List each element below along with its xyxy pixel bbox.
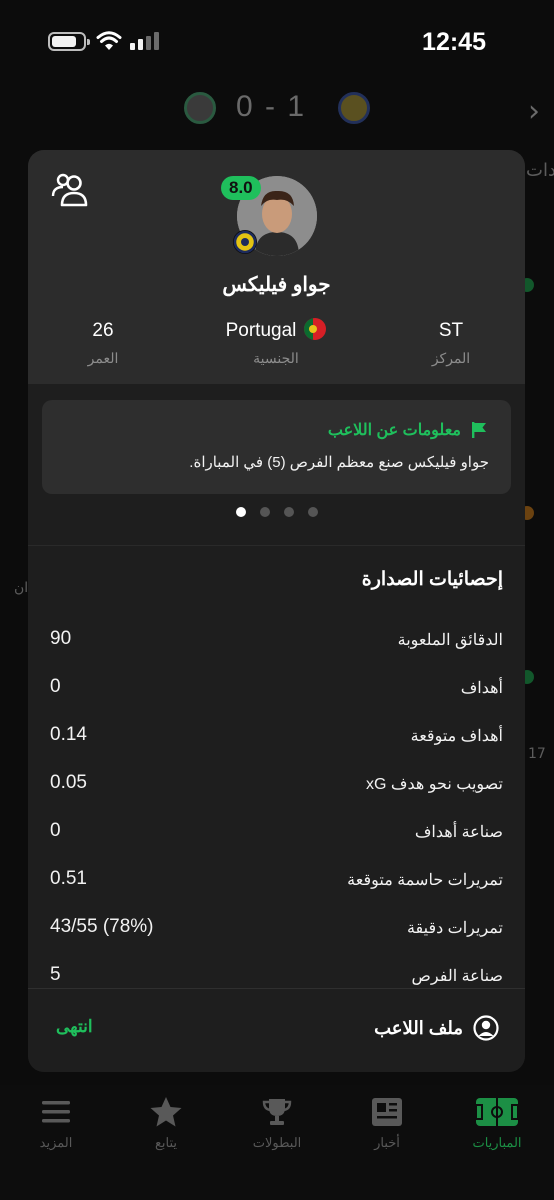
stat-row: أهداف 0 (50, 674, 503, 704)
player-age: 26 العمر (28, 318, 183, 367)
age-value: 26 (92, 320, 114, 341)
status-time: 12:45 (422, 28, 486, 56)
stat-label: صناعة الفرص (411, 968, 503, 985)
player-rating-badge: 8.0 (221, 176, 261, 200)
battery-icon (48, 32, 90, 51)
pitch-icon (475, 1098, 519, 1126)
done-button[interactable]: انتهى (56, 1017, 93, 1037)
player-header: 8.0 جواو فيليكس ST المركز Portugal الجنس… (28, 150, 525, 384)
tab-label: يتابع (154, 1135, 178, 1150)
player-position: ST المركز (371, 318, 525, 367)
match-score: 0 - 1 (236, 90, 306, 124)
stat-label: صناعة أهداف (414, 824, 503, 841)
fact-title: معلومات عن اللاعب (327, 422, 461, 439)
page-dot[interactable] (259, 507, 270, 517)
tab-label: المباريات (472, 1135, 522, 1150)
bottom-tab-bar: المباريات أخبار البطولات يتابع المزيد (0, 1085, 554, 1200)
page-dot[interactable] (235, 507, 246, 517)
chevron-right-icon[interactable]: › (528, 94, 540, 129)
divider (28, 545, 525, 546)
stat-label: تمريرات دقيقة (406, 920, 503, 937)
player-name: جواو فيليكس (222, 274, 331, 296)
tab-more[interactable]: المزيد (6, 1095, 106, 1151)
away-score: 0 (236, 90, 255, 123)
stat-label: الدقائق الملعوبة (397, 632, 503, 649)
tab-label: المزيد (39, 1135, 73, 1150)
home-team-logo (338, 92, 370, 124)
stat-value: 90 (50, 628, 72, 649)
tab-label: أخبار (374, 1135, 400, 1150)
portugal-flag-icon (304, 318, 327, 340)
trophy-icon (262, 1099, 292, 1125)
menu-icon (42, 1101, 70, 1123)
tab-leagues[interactable]: البطولات (227, 1095, 327, 1151)
player-profile-button[interactable]: ملف اللاعب (374, 1015, 499, 1041)
stat-value: 0 (50, 820, 61, 841)
stat-value: 43/55 (78%) (50, 916, 154, 937)
stat-label: أهداف متوقعة (410, 728, 503, 745)
star-icon (150, 1097, 182, 1127)
tab-news[interactable]: أخبار (337, 1095, 437, 1151)
tab-matches[interactable]: المباريات (447, 1095, 547, 1151)
age-label: العمر (87, 350, 119, 366)
nationality-value: Portugal (225, 320, 297, 341)
position-value: ST (438, 320, 464, 341)
background-text: 17 (528, 746, 546, 762)
sheet-actions-bar: انتهى ملف اللاعب (28, 988, 525, 1072)
background-text: دات (526, 160, 554, 181)
stat-value: 0 (50, 676, 61, 697)
stat-row: أهداف متوقعة 0.14 (50, 722, 503, 752)
stat-value: 0.14 (50, 724, 87, 745)
page-dot[interactable] (307, 507, 318, 517)
player-profile-label: ملف اللاعب (374, 1017, 463, 1038)
stat-row: الدقائق الملعوبة 90 (50, 626, 503, 656)
newspaper-icon (372, 1098, 402, 1126)
nationality-label: الجنسية (253, 350, 299, 366)
away-team-logo (184, 92, 216, 124)
player-fact-card[interactable]: معلومات عن اللاعب جواو فيليكس صنع معظم ا… (42, 400, 511, 494)
score-separator: - (265, 90, 278, 123)
player-stats-sheet: 8.0 جواو فيليكس ST المركز Portugal الجنس… (28, 150, 525, 1072)
stat-label: أهداف (460, 680, 503, 697)
stat-row: تصويب نحو هدف xG 0.05 (50, 770, 503, 800)
home-score: 1 (287, 90, 307, 123)
wifi-icon (96, 31, 122, 50)
stats-section-title: إحصائيات الصدارة (361, 569, 503, 590)
flag-icon (472, 422, 486, 438)
status-bar: 12:45 (0, 0, 554, 80)
user-circle-icon (473, 1015, 499, 1041)
tab-following[interactable]: يتابع (116, 1095, 216, 1151)
stat-label: تصويب نحو هدف xG (365, 776, 503, 793)
position-label: المركز (431, 350, 471, 366)
tab-label: البطولات (252, 1135, 302, 1150)
stat-value: 0.51 (50, 868, 87, 889)
fact-text: جواو فيليكس صنع معظم الفرص (5) في المبار… (189, 454, 489, 471)
player-nationality: Portugal الجنسية (196, 318, 356, 367)
club-badge-icon (233, 230, 257, 254)
stat-value: 5 (50, 964, 61, 985)
stat-row: تمريرات حاسمة متوقعة 0.51 (50, 866, 503, 896)
match-header: 0 - 1 › (0, 82, 554, 134)
carousel-page-indicator[interactable] (28, 507, 525, 519)
stat-row: صناعة أهداف 0 (50, 818, 503, 848)
stat-value: 0.05 (50, 772, 87, 793)
stat-row: تمريرات دقيقة 43/55 (78%) (50, 914, 503, 944)
page-dot[interactable] (283, 507, 294, 517)
compare-players-icon[interactable] (50, 172, 90, 208)
stat-label: تمريرات حاسمة متوقعة (347, 872, 503, 889)
cellular-signal-icon (130, 32, 160, 50)
background-text: ان (14, 580, 29, 596)
